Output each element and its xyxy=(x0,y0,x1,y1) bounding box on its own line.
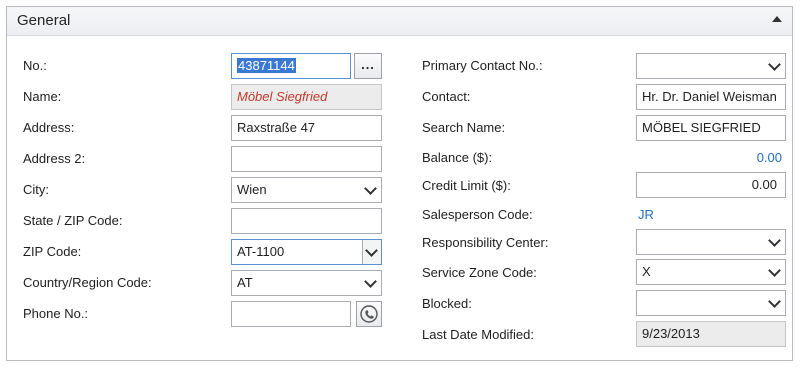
contact-label: Contact: xyxy=(422,89,471,104)
no-field[interactable]: 43871144 xyxy=(231,53,351,79)
chevron-down-icon[interactable] xyxy=(768,295,781,308)
chevron-down-icon[interactable] xyxy=(768,58,781,71)
city-value: Wien xyxy=(237,182,267,197)
chevron-down-icon[interactable] xyxy=(364,275,377,288)
balance-value[interactable]: 0.00 xyxy=(740,150,782,165)
address-field[interactable]: Raxstraße 47 xyxy=(231,115,382,141)
service-zone-dropdown[interactable]: X xyxy=(636,259,786,285)
zip-label: ZIP Code: xyxy=(23,244,82,259)
credit-limit-field[interactable]: 0.00 xyxy=(636,172,786,198)
name-label: Name: xyxy=(23,89,62,104)
chevron-down-icon[interactable] xyxy=(364,182,377,195)
service-zone-label: Service Zone Code: xyxy=(422,265,537,280)
city-dropdown[interactable]: Wien xyxy=(231,177,382,203)
country-label: Country/Region Code: xyxy=(23,275,152,290)
last-modified-label: Last Date Modified: xyxy=(422,327,535,342)
responsibility-label: Responsibility Center: xyxy=(422,235,549,250)
phone-call-button[interactable] xyxy=(356,301,382,327)
phone-icon xyxy=(360,305,378,323)
blocked-dropdown[interactable] xyxy=(636,290,786,316)
search-name-label: Search Name: xyxy=(422,120,506,135)
chevron-down-icon[interactable] xyxy=(768,234,781,247)
responsibility-dropdown[interactable] xyxy=(636,229,786,255)
state-zip-field[interactable] xyxy=(231,208,382,234)
chevron-down-icon xyxy=(365,244,378,257)
zip-dropdown-button[interactable] xyxy=(362,240,381,264)
chevron-down-icon[interactable] xyxy=(768,264,781,277)
balance-label: Balance ($): xyxy=(422,150,493,165)
primary-contact-dropdown[interactable] xyxy=(636,53,786,79)
blocked-label: Blocked: xyxy=(422,296,472,311)
state-zip-label: State / ZIP Code: xyxy=(23,213,123,228)
country-dropdown[interactable]: AT xyxy=(231,270,382,296)
no-lookup-button[interactable]: ... xyxy=(354,53,382,79)
section-title: General xyxy=(17,12,71,29)
address2-label: Address 2: xyxy=(23,151,86,166)
service-zone-value: X xyxy=(642,264,651,279)
city-label: City: xyxy=(23,182,49,197)
name-field[interactable]: Möbel Siegfried xyxy=(231,84,382,110)
address2-field[interactable] xyxy=(231,146,382,172)
last-modified-field: 9/23/2013 xyxy=(636,321,786,347)
address-label: Address: xyxy=(23,120,75,135)
primary-contact-label: Primary Contact No.: xyxy=(422,58,543,73)
credit-limit-label: Credit Limit ($): xyxy=(422,178,511,193)
chevron-up-icon[interactable] xyxy=(772,16,782,22)
phone-label: Phone No.: xyxy=(23,306,89,321)
zip-dropdown[interactable]: AT-1100 xyxy=(231,239,382,265)
zip-value: AT-1100 xyxy=(237,244,285,259)
country-value: AT xyxy=(237,275,253,290)
no-label: No.: xyxy=(23,58,47,73)
salesperson-value[interactable]: JR xyxy=(638,207,654,222)
no-value: 43871144 xyxy=(237,58,296,73)
salesperson-label: Salesperson Code: xyxy=(422,207,533,222)
phone-field[interactable] xyxy=(231,301,351,327)
fasttab-header[interactable]: General xyxy=(7,7,792,36)
contact-field[interactable]: Hr. Dr. Daniel Weisman xyxy=(636,84,786,110)
search-name-field[interactable]: MÖBEL SIEGFRIED xyxy=(636,115,786,141)
